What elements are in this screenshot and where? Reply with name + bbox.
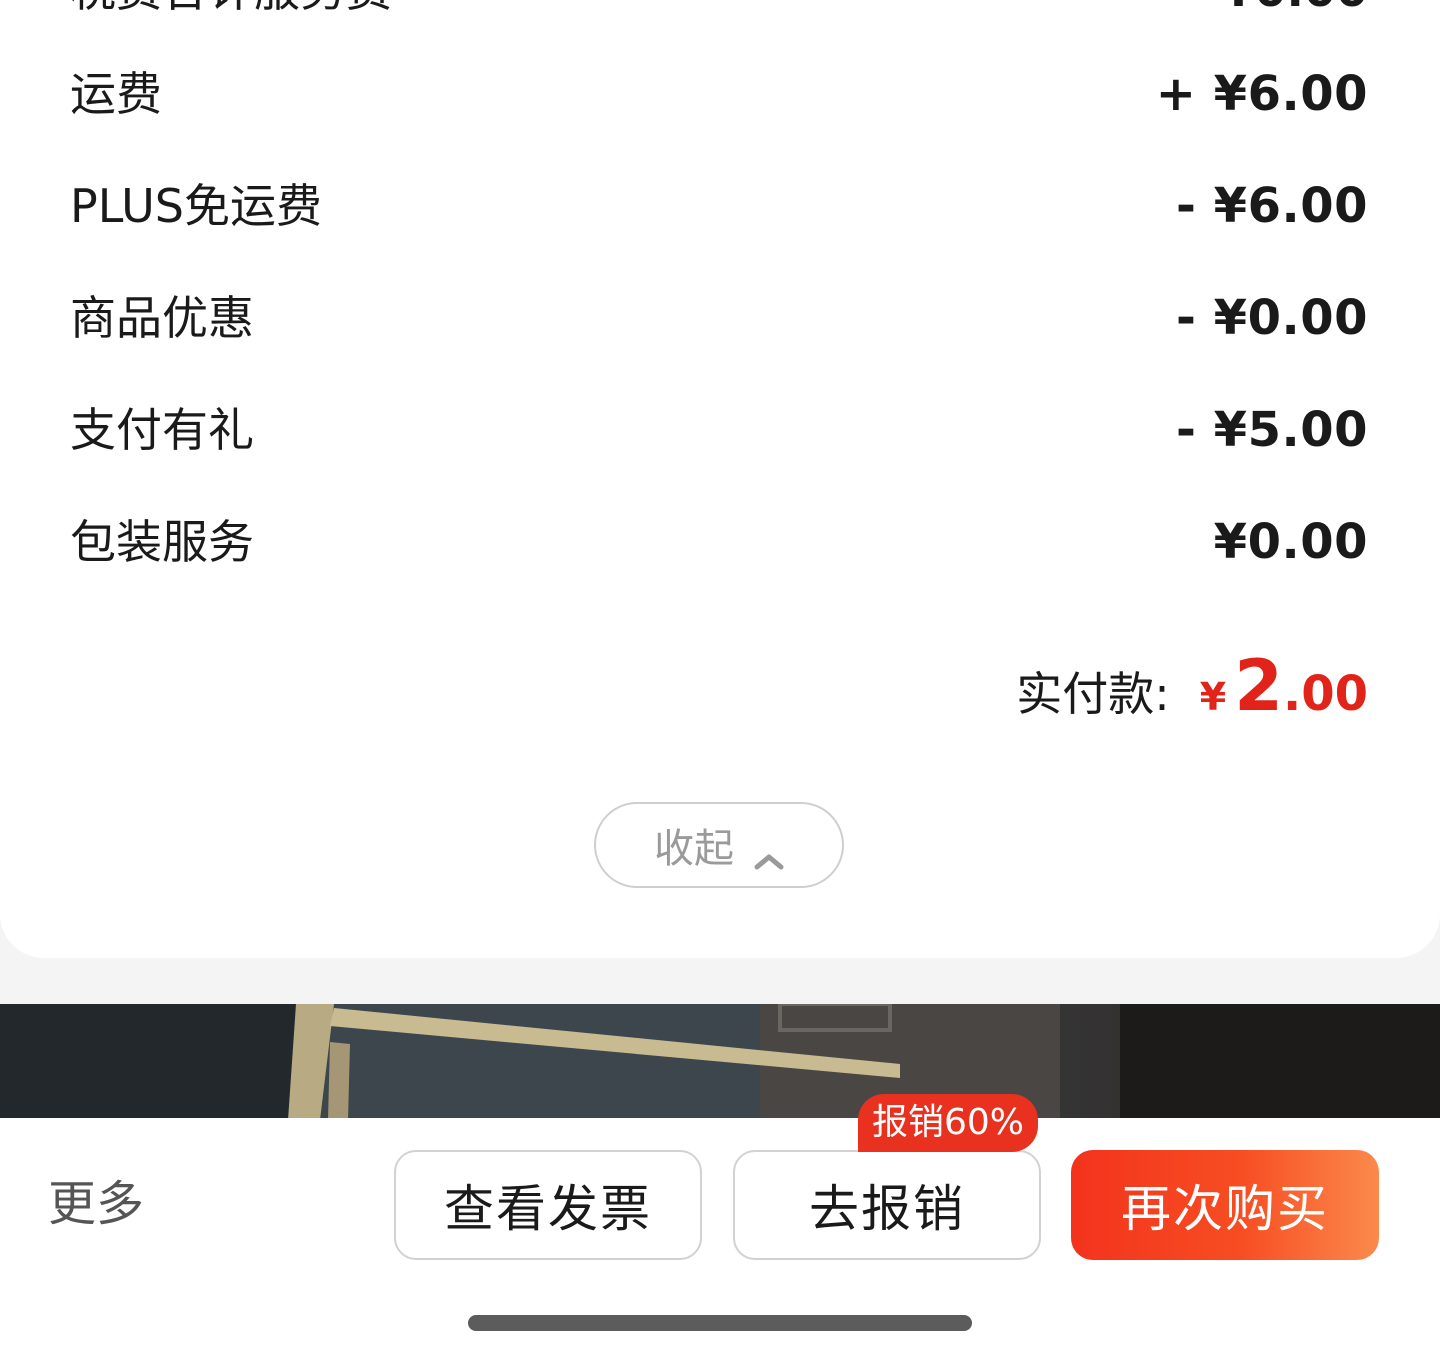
view-invoice-button[interactable]: 查看发票	[394, 1150, 702, 1260]
reimburse-badge: 报销60%	[858, 1094, 1039, 1152]
fee-row-product-discount: 商品优惠 - ¥0.00	[70, 288, 1368, 348]
fee-label: 运费	[70, 67, 162, 121]
fee-label: 税费合计服务费	[70, 0, 392, 16]
more-button[interactable]: 更多	[48, 1174, 144, 1234]
fee-label: 包装服务	[70, 515, 254, 569]
fee-row-partial: 税费合计服务费 ¥0.00	[70, 0, 1368, 16]
fee-value: - ¥0.00	[1176, 290, 1368, 346]
collapse-label: 收起	[654, 826, 734, 872]
total-price: ¥ 2 . 00	[1200, 645, 1368, 727]
fee-row-payment-gift: 支付有礼 - ¥5.00	[70, 400, 1368, 460]
fee-label: 商品优惠	[70, 291, 254, 345]
order-fee-card: 税费合计服务费 ¥0.00 运费 + ¥6.00 PLUS免运费 - ¥6.00…	[0, 0, 1440, 958]
fee-row-plus-free-shipping: PLUS免运费 - ¥6.00	[70, 176, 1368, 236]
promo-banner-image[interactable]	[0, 1004, 1440, 1120]
fee-label: PLUS免运费	[70, 179, 322, 233]
currency-symbol: ¥	[1199, 675, 1227, 719]
price-integer: 2	[1234, 645, 1283, 727]
banner-artwork	[0, 1004, 1440, 1120]
fee-value: ¥0.00	[1222, 0, 1368, 16]
fee-row-shipping: 运费 + ¥6.00	[70, 64, 1368, 124]
price-decimal: 00	[1301, 666, 1368, 722]
chevron-up-icon	[754, 835, 784, 870]
fee-row-packaging: 包装服务 ¥0.00	[70, 512, 1368, 572]
fee-value: ¥0.00	[1213, 514, 1368, 570]
fee-value: - ¥5.00	[1176, 402, 1368, 458]
total-paid: 实付款: ¥ 2 . 00	[1016, 645, 1368, 735]
fee-value: + ¥6.00	[1155, 66, 1368, 122]
total-label: 实付款:	[1016, 667, 1170, 721]
reimburse-button[interactable]: 去报销	[733, 1150, 1041, 1260]
buy-again-button[interactable]: 再次购买	[1071, 1150, 1379, 1260]
home-indicator[interactable]	[468, 1315, 972, 1331]
fee-value: - ¥6.00	[1176, 178, 1368, 234]
collapse-button[interactable]: 收起	[594, 802, 844, 888]
fee-label: 支付有礼	[70, 403, 254, 457]
price-dot: .	[1282, 666, 1302, 722]
